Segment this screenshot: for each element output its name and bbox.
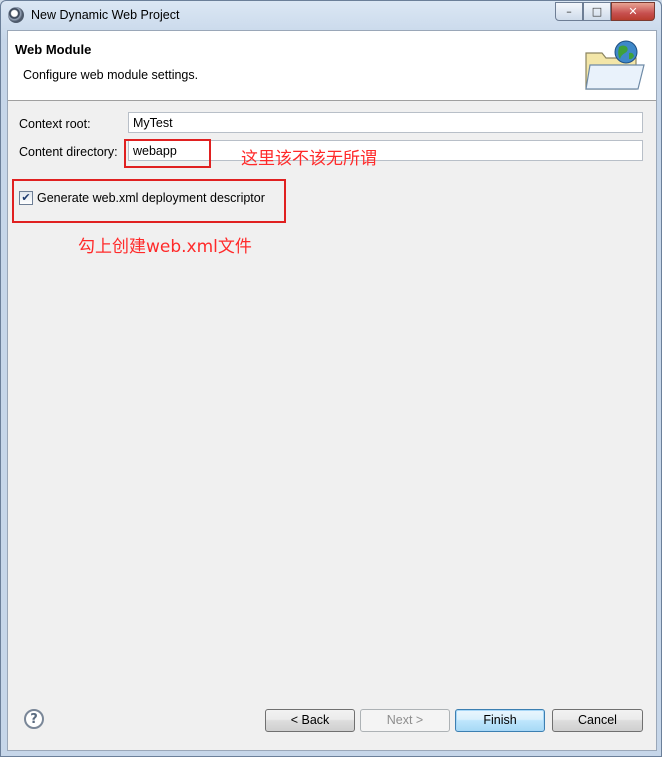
dialog-window: New Dynamic Web Project – □ ✕ Web Module… <box>0 0 662 757</box>
wizard-banner: Web Module Configure web module settings… <box>8 31 656 101</box>
close-icon: ✕ <box>628 5 638 18</box>
cancel-button[interactable]: Cancel <box>552 709 643 732</box>
maximize-button[interactable]: □ <box>583 2 611 21</box>
annotation-content-directory: 这里该不该无所谓 <box>241 149 377 169</box>
maximize-icon: □ <box>591 5 603 18</box>
eclipse-app-icon <box>8 7 24 23</box>
minimize-button[interactable]: – <box>555 2 583 21</box>
annotation-checkbox: 勾上创建web.xml文件 <box>78 237 252 257</box>
window-title: New Dynamic Web Project <box>31 8 180 22</box>
annotation-box-checkbox <box>12 179 286 223</box>
back-button[interactable]: < Back <box>265 709 355 732</box>
minimize-icon: – <box>566 5 572 18</box>
content-directory-label: Content directory: <box>19 145 118 159</box>
web-folder-globe-icon <box>585 40 645 90</box>
page-title: Web Module <box>15 42 92 57</box>
dialog-content: Web Module Configure web module settings… <box>7 30 657 751</box>
close-button[interactable]: ✕ <box>611 2 655 21</box>
title-bar[interactable]: New Dynamic Web Project – □ ✕ <box>1 1 661 30</box>
help-icon[interactable]: ? <box>24 709 44 729</box>
context-root-input[interactable] <box>128 112 643 133</box>
window-controls: – □ ✕ <box>555 2 655 21</box>
page-description: Configure web module settings. <box>23 68 199 82</box>
annotation-box-content-directory <box>124 139 211 168</box>
finish-button[interactable]: Finish <box>455 709 545 732</box>
context-root-label: Context root: <box>19 117 91 131</box>
next-button[interactable]: Next > <box>360 709 450 732</box>
